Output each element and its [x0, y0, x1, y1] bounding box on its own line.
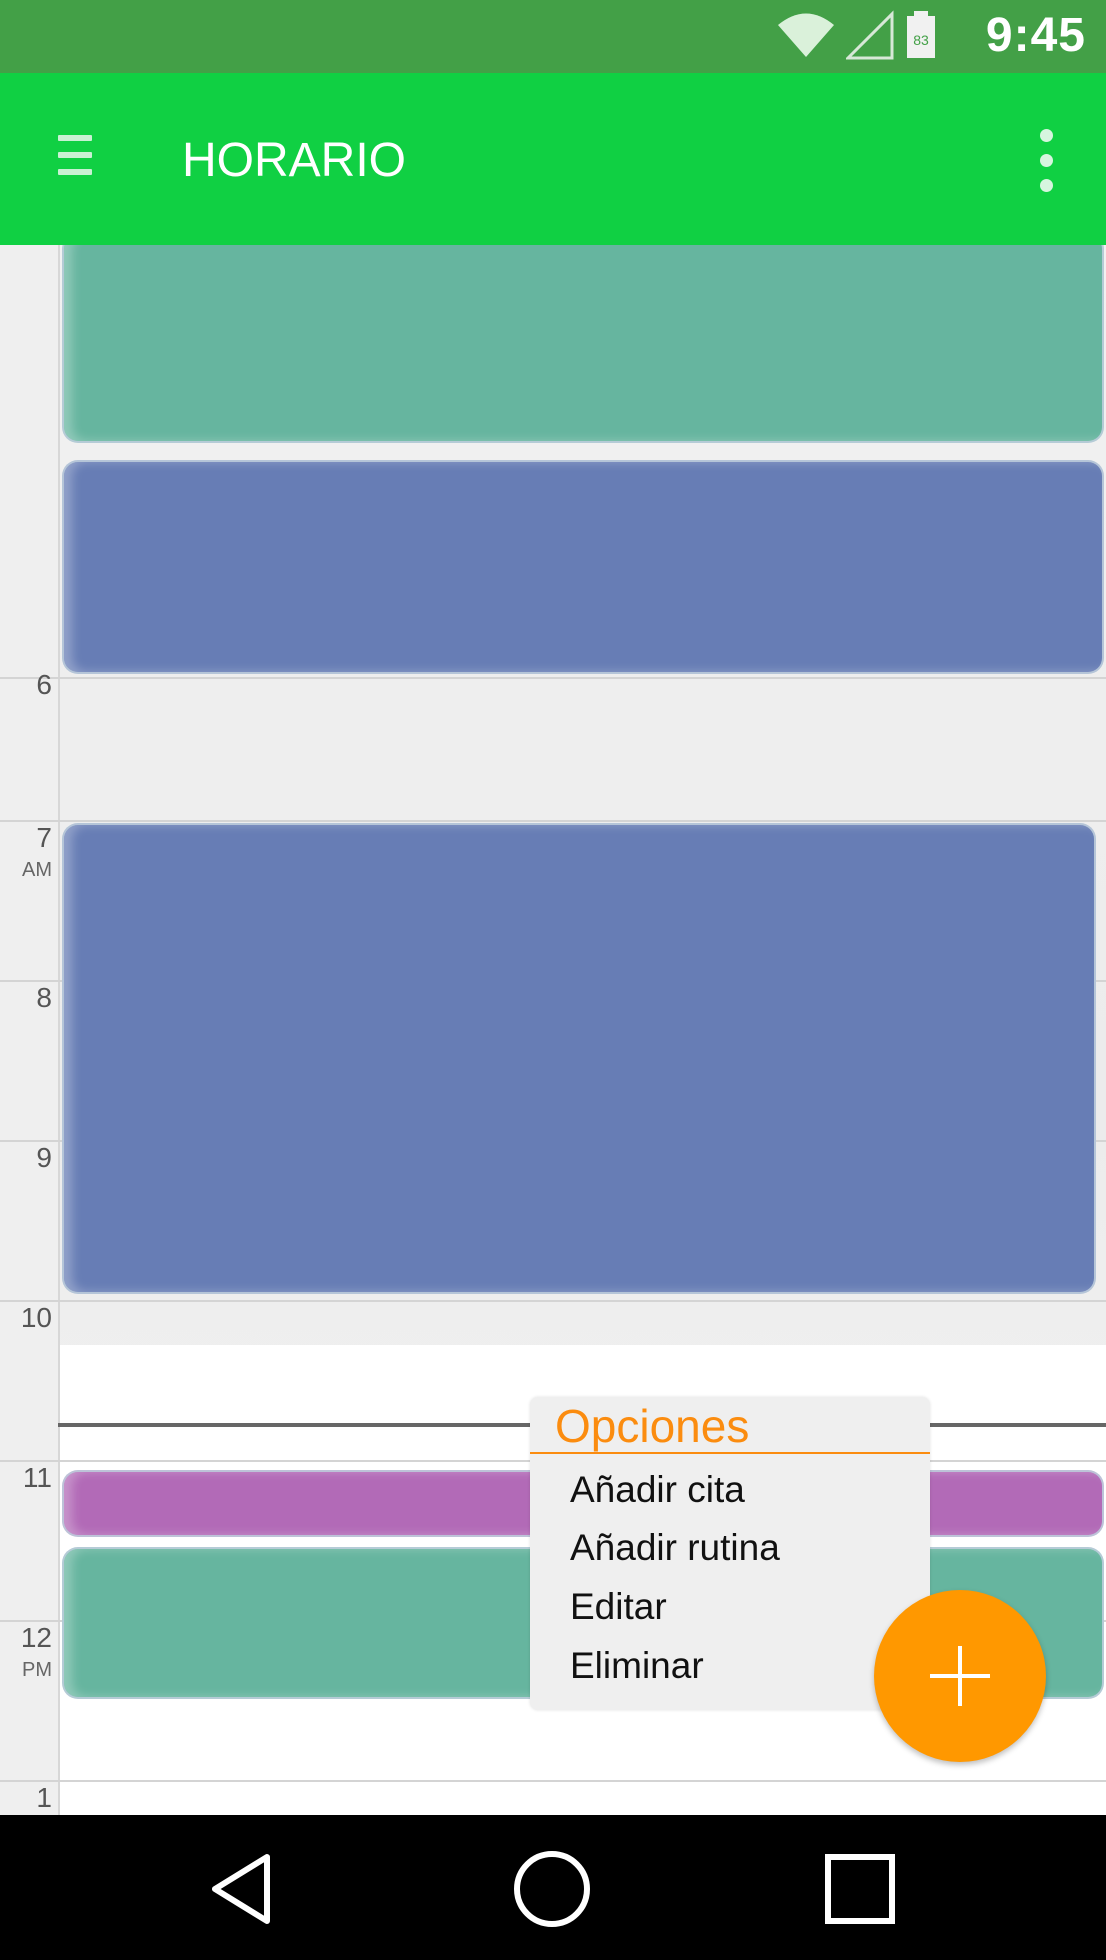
- hour-sub-am: AM: [22, 859, 52, 881]
- popup-divider: [530, 1452, 930, 1454]
- battery-level: 83: [913, 32, 929, 48]
- popup-title: Opciones: [555, 1400, 750, 1452]
- event-block-blue[interactable]: [62, 460, 1104, 674]
- hour-label-7: 7: [36, 822, 52, 853]
- page-title: HORARIO: [182, 134, 407, 187]
- event-block-blue[interactable]: [62, 823, 1096, 1294]
- hour-line: [0, 1300, 1106, 1302]
- cell-signal-icon: [846, 10, 894, 60]
- hour-label-8: 8: [36, 982, 52, 1013]
- status-bar: 83 9:45: [0, 0, 1106, 73]
- status-time: 9:45: [985, 9, 1086, 62]
- hour-line: [0, 1780, 1106, 1782]
- time-gutter: [0, 245, 60, 1815]
- hour-label-12: 12: [20, 1622, 52, 1653]
- hour-label-10: 10: [20, 1302, 52, 1333]
- hour-sub-pm: PM: [22, 1659, 52, 1681]
- event-block-teal[interactable]: [62, 245, 1104, 443]
- navigation-bar: [0, 1815, 1106, 1960]
- hour-line: [0, 677, 1106, 679]
- menu-item-edit[interactable]: Editar: [570, 1585, 667, 1629]
- back-icon[interactable]: [205, 1849, 285, 1929]
- add-fab-button[interactable]: [874, 1590, 1046, 1762]
- app-bar: HORARIO: [0, 73, 1106, 245]
- hour-label-9: 9: [36, 1142, 52, 1173]
- menu-item-add-appointment[interactable]: Añadir cita: [570, 1468, 745, 1512]
- battery-icon: 83: [907, 11, 935, 58]
- recents-icon[interactable]: [820, 1849, 900, 1929]
- home-icon[interactable]: [512, 1849, 592, 1929]
- status-icons: 83: [776, 10, 938, 60]
- hour-label-1: 1: [36, 1782, 52, 1813]
- hour-line: [0, 820, 1106, 822]
- overflow-menu-icon[interactable]: [1036, 129, 1056, 193]
- hour-label-6: 6: [36, 669, 52, 700]
- hour-label-11: 11: [22, 1462, 52, 1493]
- menu-item-delete[interactable]: Eliminar: [570, 1644, 704, 1688]
- options-popup: Opciones Añadir cita Añadir rutina Edita…: [530, 1397, 930, 1710]
- wifi-icon: [778, 13, 834, 57]
- menu-item-add-routine[interactable]: Añadir rutina: [570, 1526, 780, 1570]
- menu-icon[interactable]: [58, 135, 92, 183]
